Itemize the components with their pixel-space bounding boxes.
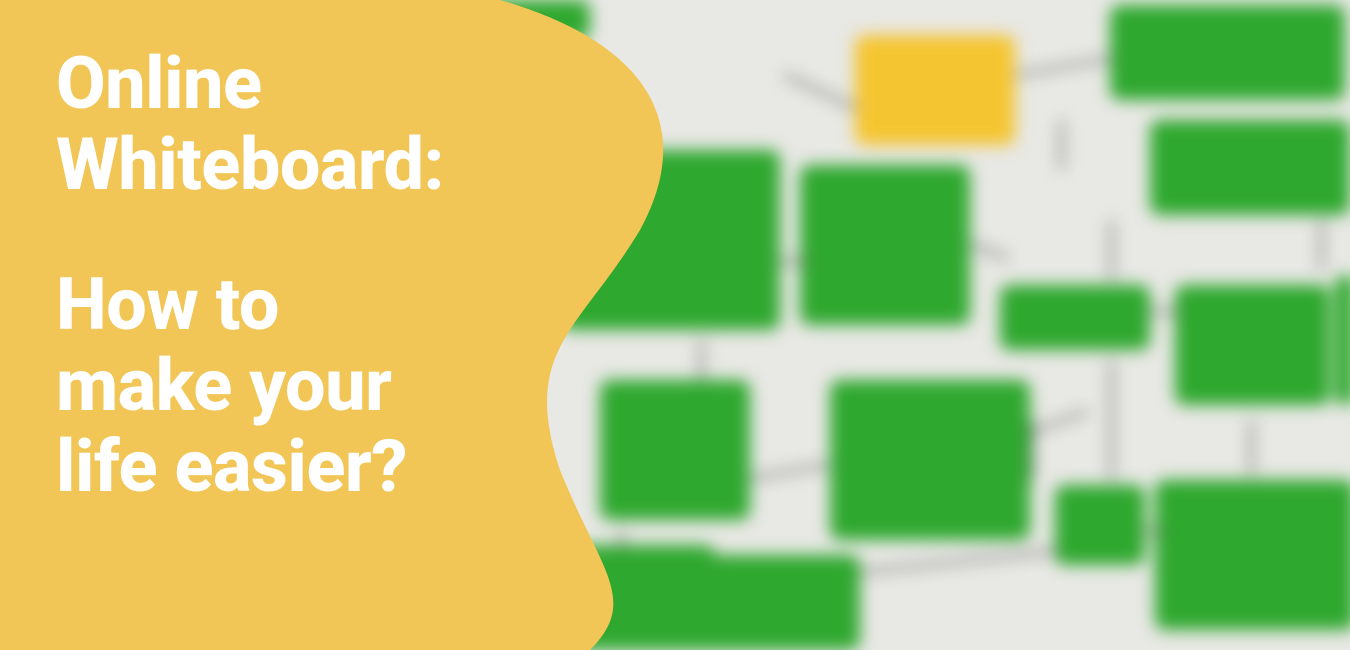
title-line-2: Whiteboard: bbox=[56, 125, 576, 206]
title-line-1: Online bbox=[56, 44, 576, 125]
subtitle-line-1: How to bbox=[56, 265, 576, 346]
headline-block: Online Whiteboard: How to make your life… bbox=[56, 44, 576, 507]
headline-spacer bbox=[56, 205, 576, 265]
subtitle-line-3: life easier? bbox=[56, 427, 576, 508]
subtitle-line-2: make your bbox=[56, 346, 576, 427]
